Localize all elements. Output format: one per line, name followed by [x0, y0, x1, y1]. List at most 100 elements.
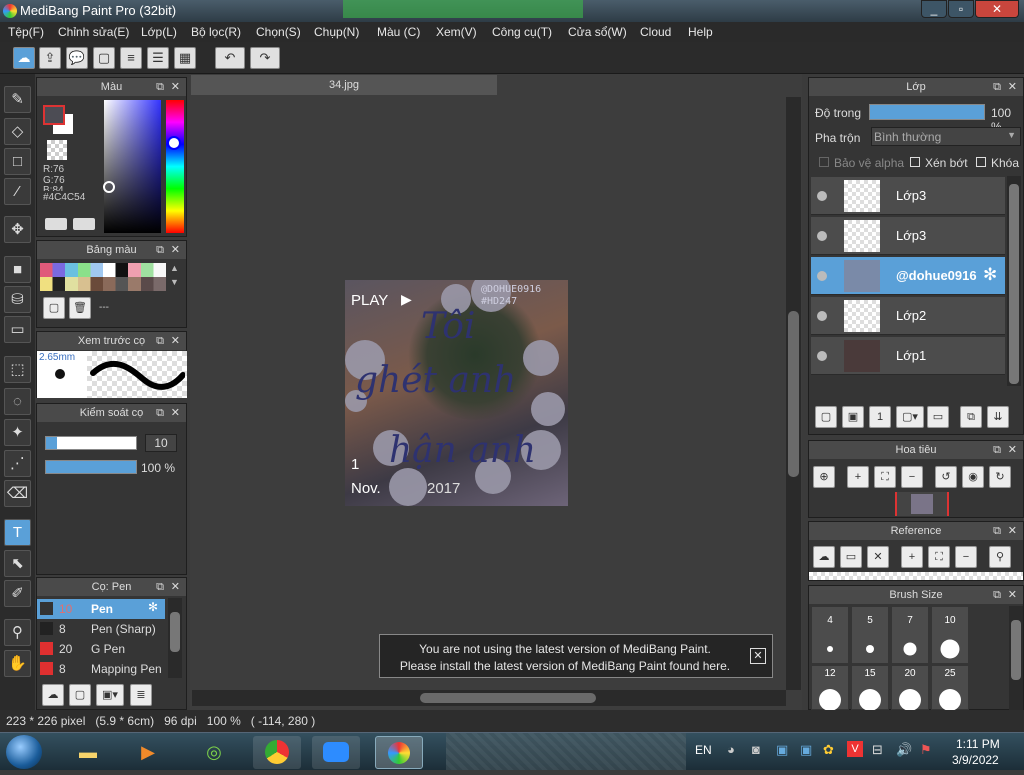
zoom-fit-icon[interactable]: ⊕: [813, 466, 835, 488]
visibility-icon[interactable]: [817, 231, 827, 241]
new-1bit-layer-icon[interactable]: 1: [869, 406, 891, 428]
canvas-horizontal-scrollbar[interactable]: [192, 690, 786, 706]
visibility-icon[interactable]: [817, 191, 827, 201]
panel-close-icon[interactable]: ✕: [1008, 586, 1017, 604]
hand-tool-icon[interactable]: ✋: [4, 650, 31, 677]
color-option-button-2[interactable]: [73, 218, 95, 230]
clock-time[interactable]: 1:11 PM: [956, 737, 1000, 751]
panel-close-icon[interactable]: ✕: [171, 332, 180, 350]
brush-list-scrollbar[interactable]: [168, 598, 182, 678]
divide-tool-icon[interactable]: ✐: [4, 580, 31, 607]
zoom-out-icon[interactable]: −: [901, 466, 923, 488]
panel-popout-icon[interactable]: ⧉: [993, 441, 1001, 459]
panel-popout-icon[interactable]: ⧉: [993, 78, 1001, 96]
panel-close-icon[interactable]: ✕: [1008, 78, 1017, 96]
menu-filter[interactable]: Bộ lọc(R): [191, 25, 241, 39]
brush-size-option[interactable]: 7: [891, 606, 929, 664]
layer-row[interactable]: Lớp1: [811, 337, 1005, 375]
panel-popout-icon[interactable]: ⧉: [993, 522, 1001, 540]
transparent-swatch[interactable]: [47, 140, 67, 160]
panel-close-icon[interactable]: ✕: [171, 578, 180, 596]
brush-size-value[interactable]: 10: [145, 434, 177, 452]
eraser-tool-icon[interactable]: ◇: [4, 118, 31, 145]
color-option-button[interactable]: [45, 218, 67, 230]
foreground-color-swatch[interactable]: [43, 105, 65, 125]
network-tray-icon[interactable]: ⊟: [872, 742, 883, 758]
saturation-value-picker[interactable]: [104, 100, 161, 233]
select-eraser-tool-icon[interactable]: ⌫: [4, 480, 31, 507]
brush-list-thumb[interactable]: [170, 612, 180, 652]
fit-window-icon[interactable]: ⛶: [874, 466, 896, 488]
language-indicator[interactable]: EN: [695, 743, 712, 757]
minimize-button[interactable]: _: [921, 0, 947, 18]
volume-tray-icon[interactable]: 🔊: [896, 742, 912, 758]
duplicate-layer-icon[interactable]: ⧉: [960, 406, 982, 428]
page-icon[interactable]: ▢: [93, 47, 115, 69]
rectangle-tool-icon[interactable]: □: [4, 148, 31, 175]
layer-row[interactable]: Lớp2: [811, 297, 1005, 335]
eyedropper-tool-icon[interactable]: ⚲: [4, 619, 31, 646]
gear-icon[interactable]: ✻: [148, 600, 158, 614]
brush-opacity-slider[interactable]: [45, 460, 137, 474]
new-brush-icon[interactable]: ▢: [69, 684, 91, 706]
visibility-icon[interactable]: [817, 271, 827, 281]
panel-close-icon[interactable]: ✕: [171, 78, 180, 96]
reference-zoom-in-icon[interactable]: +: [901, 546, 923, 568]
new-halftone-layer-icon[interactable]: ▣: [842, 406, 864, 428]
menu-layer[interactable]: Lớp(L): [141, 25, 177, 39]
menu-cloud[interactable]: Cloud: [640, 25, 671, 39]
vivaldi-tray-icon[interactable]: V: [847, 741, 863, 757]
brush-size-scrollbar[interactable]: [1009, 606, 1023, 710]
brush-item-g-pen[interactable]: 20 G Pen: [37, 639, 165, 659]
panel-popout-icon[interactable]: ⧉: [993, 586, 1001, 604]
layer-list-thumb[interactable]: [1009, 184, 1019, 384]
brush-size-option[interactable]: 15: [851, 665, 889, 711]
comment-icon[interactable]: 💬: [66, 47, 88, 69]
menu-color[interactable]: Màu (C): [377, 25, 420, 39]
layer-row[interactable]: Lớp3: [811, 217, 1005, 255]
open-reference-icon[interactable]: ▭: [840, 546, 862, 568]
brush-size-option[interactable]: 10: [931, 606, 969, 664]
layer-opacity-slider[interactable]: [869, 104, 985, 120]
gear-icon[interactable]: ✻: [983, 265, 997, 285]
clock-date[interactable]: 3/9/2022: [952, 753, 999, 767]
menu-view[interactable]: Xem(V): [436, 25, 477, 39]
new-layer-icon[interactable]: ▢: [815, 406, 837, 428]
visibility-icon[interactable]: [817, 311, 827, 321]
hue-slider[interactable]: [166, 100, 184, 233]
palette-swatches[interactable]: [40, 263, 166, 291]
cloud-brush-icon[interactable]: ☁: [42, 684, 64, 706]
share-icon[interactable]: ⇪: [39, 47, 61, 69]
gradient-tool-icon[interactable]: ▭: [4, 316, 31, 343]
panel-popout-icon[interactable]: ⧉: [156, 241, 164, 259]
lasso-tool-icon[interactable]: ◌: [4, 388, 31, 415]
lock-checkbox[interactable]: [976, 157, 986, 167]
brush-size-option[interactable]: 12: [811, 665, 849, 711]
brush-size-slider[interactable]: [45, 436, 137, 450]
add-layer-menu-icon[interactable]: ▢▾: [896, 406, 924, 428]
move-tool-icon[interactable]: ✥: [4, 216, 31, 243]
menu-window[interactable]: Cửa sổ(W): [568, 25, 627, 39]
bluetooth-tray-icon[interactable]: ▣: [800, 742, 812, 758]
brush-settings-icon[interactable]: ≣: [130, 684, 152, 706]
panel-popout-icon[interactable]: ⧉: [156, 78, 164, 96]
panel-close-icon[interactable]: ✕: [1008, 441, 1017, 459]
panel-popout-icon[interactable]: ⧉: [156, 404, 164, 422]
medibang-task-icon[interactable]: [375, 736, 423, 769]
panel-close-icon[interactable]: ✕: [171, 241, 180, 259]
operation-tool-icon[interactable]: ⬉: [4, 550, 31, 577]
layer-row-selected[interactable]: @dohue0916 ✻: [811, 257, 1005, 295]
panel-popout-icon[interactable]: ⧉: [156, 332, 164, 350]
brush-size-thumb[interactable]: [1011, 620, 1021, 680]
clipping-checkbox[interactable]: [910, 157, 920, 167]
close-button[interactable]: ✕: [975, 0, 1019, 18]
discord-icon[interactable]: ◕: [727, 742, 735, 757]
bucket-tool-icon[interactable]: ⛁: [4, 286, 31, 313]
menu-help[interactable]: Help: [688, 25, 713, 39]
add-brush-icon[interactable]: ▣▾: [96, 684, 124, 706]
brush-item-mapping-pen[interactable]: 8 Mapping Pen: [37, 659, 165, 679]
close-reference-icon[interactable]: ✕: [867, 546, 889, 568]
zoom-in-icon[interactable]: +: [847, 466, 869, 488]
redo-icon[interactable]: ↷: [250, 47, 280, 69]
brush-item-pen[interactable]: 10 Pen ✻: [37, 599, 165, 619]
